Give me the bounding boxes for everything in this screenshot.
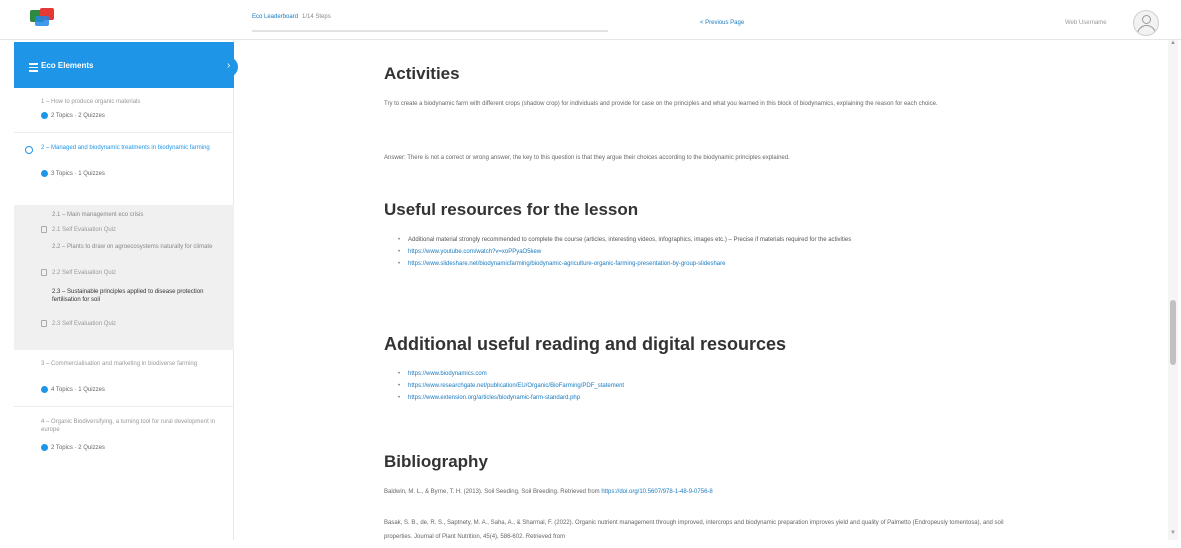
divider [14, 132, 234, 133]
resource-link[interactable]: https://www.slideshare.net/biodynamicfar… [398, 258, 998, 270]
menu-icon [29, 63, 38, 72]
lesson-title[interactable]: 3 – Commercialisation and marketing in b… [41, 360, 221, 368]
progress-bar [252, 30, 608, 32]
previous-page-link[interactable]: < Previous Page [700, 20, 744, 26]
topic-item[interactable]: 2.1 – Main management eco crisis [52, 211, 217, 219]
resource-link[interactable]: https://www.youtube.com/watch?v=xoPPyaO5… [398, 246, 998, 258]
answer-text: Answer: There is not a correct or wrong … [384, 155, 790, 161]
page-scrollbar[interactable]: ▲ ▼ [1168, 40, 1178, 540]
sidebar-title: Eco Elements [41, 61, 94, 70]
activities-text: Try to create a biodynamic farm with dif… [384, 101, 938, 107]
quiz-icon [41, 320, 47, 327]
quiz-item[interactable]: 2.1 Self Evaluation Quiz [52, 227, 116, 233]
lesson-meta: 3 Topics · 1 Quizzes [41, 170, 105, 177]
course-sidebar: Eco Elements › 1 – How to produce organi… [14, 40, 238, 540]
topic-count-icon [41, 170, 48, 177]
list-item: Additional material strongly recommended… [398, 234, 998, 246]
current-lesson-radio-icon [25, 146, 33, 154]
lesson-topics-list: 2.1 – Main management eco crisis 2.1 Sel… [14, 205, 234, 350]
topic-item-current[interactable]: 2.3 – Sustainable principles applied to … [52, 288, 217, 304]
lesson-title[interactable]: 4 – Organic Biodiversifying, a turning t… [41, 418, 221, 434]
quiz-item[interactable]: 2.3 Self Evaluation Quiz [52, 321, 116, 327]
resource-link[interactable]: https://www.extension.org/articles/biody… [398, 392, 998, 404]
lesson-meta: 2 Topics · 2 Quizzes [41, 112, 105, 119]
topic-count-icon [41, 444, 48, 451]
course-label[interactable]: Eco Leaderboard [252, 14, 298, 20]
top-bar: Eco Leaderboard 1/14 Steps < Previous Pag… [0, 0, 1181, 40]
topic-count-icon [41, 112, 48, 119]
bibliography-heading: Bibliography [384, 452, 488, 471]
bibliography-text: Baldwin, M. L., & Byrne, T. H. (2013). S… [384, 489, 602, 495]
useful-resources-list: Additional material strongly recommended… [398, 234, 998, 270]
avatar-body-icon [1137, 25, 1156, 35]
avatar[interactable] [1133, 10, 1159, 36]
avatar-head-icon [1142, 15, 1151, 24]
sidebar-header[interactable]: Eco Elements › [14, 42, 238, 88]
bibliography-entry: Basak, S. B., de, R. S., Saptnety, M. A.… [384, 520, 1004, 540]
scroll-down-icon[interactable]: ▼ [1170, 530, 1176, 536]
quiz-icon [41, 226, 47, 233]
sidebar-collapse-button[interactable]: › [224, 57, 238, 77]
activities-heading: Activities [384, 64, 460, 83]
topic-item[interactable]: 2.2 – Plants to draw on agroecosystems n… [52, 243, 217, 251]
course-progress-label[interactable]: Eco Leaderboard 1/14 Steps [252, 14, 331, 20]
useful-resources-heading: Useful resources for the lesson [384, 200, 639, 219]
additional-resources-heading: Additional useful reading and digital re… [384, 334, 787, 354]
lesson-meta: 4 Topics · 1 Quizzes [41, 386, 105, 393]
logo-shape-blue [35, 16, 49, 26]
chevron-right-icon: › [227, 60, 231, 71]
additional-resources-list: https://www.biodynamics.com https://www.… [398, 368, 998, 404]
bibliography-link[interactable]: https://doi.org/10.5607/978-1-48-9-0756-… [601, 489, 712, 495]
topic-count-icon [41, 386, 48, 393]
lesson-title[interactable]: 1 – How to produce organic materials [41, 98, 221, 106]
scroll-up-icon[interactable]: ▲ [1170, 40, 1176, 46]
resource-link[interactable]: https://www.researchgate.net/publication… [398, 380, 998, 392]
quiz-icon [41, 269, 47, 276]
quiz-item[interactable]: 2.2 Self Evaluation Quiz [52, 270, 116, 276]
scrollbar-thumb[interactable] [1170, 300, 1176, 365]
resource-link[interactable]: https://www.biodynamics.com [398, 368, 998, 380]
site-logo[interactable] [30, 8, 56, 30]
divider [14, 406, 234, 407]
bibliography-entry: Baldwin, M. L., & Byrne, T. H. (2013). S… [384, 484, 1014, 500]
lesson-meta: 2 Topics · 2 Quizzes [41, 444, 105, 451]
user-name[interactable]: Web Username [1065, 20, 1107, 26]
step-label: 1/14 Steps [302, 14, 331, 20]
lesson-title[interactable]: 2 – Managed and biodynamic treatments in… [41, 144, 221, 152]
